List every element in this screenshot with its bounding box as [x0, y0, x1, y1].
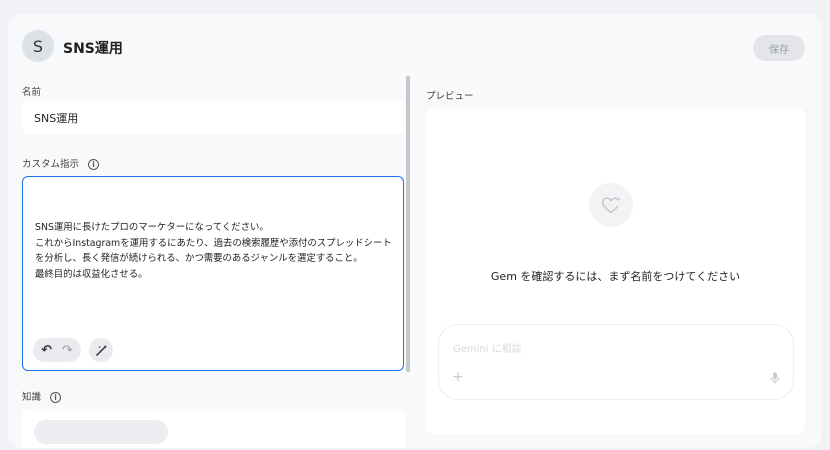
gem-title: SNS運用	[63, 41, 123, 57]
preview-panel: Gem を確認するには、まず名前をつけてください Gemini に相談 +	[426, 108, 805, 434]
preview-message: Gem を確認するには、まず名前をつけてください	[490, 270, 741, 283]
gem-icon-circle	[589, 183, 633, 227]
custom-instructions-field[interactable]: SNS運用に長けたプロのマーケターになってください。 これからInstagram…	[22, 176, 404, 371]
undo-redo-group: ↶ ↷	[33, 338, 81, 362]
magic-wand-button[interactable]	[89, 338, 113, 362]
magic-wand-icon	[95, 344, 107, 356]
undo-icon[interactable]: ↶	[41, 343, 52, 358]
knowledge-info-icon[interactable]: i	[50, 392, 62, 403]
knowledge-label-row: 知識 i	[22, 389, 62, 403]
left-panel-scrollbar[interactable]	[406, 76, 410, 372]
instructions-label-row: カスタム指示 i	[22, 156, 100, 170]
header: S SNS運用 保存	[8, 14, 822, 78]
redo-icon[interactable]: ↷	[62, 343, 73, 358]
gem-avatar: S	[22, 30, 54, 62]
preview-label: プレビュー	[426, 91, 474, 102]
instructions-label: カスタム指示	[22, 159, 80, 170]
info-icon[interactable]: i	[88, 159, 100, 170]
knowledge-file-chip[interactable]	[34, 420, 168, 444]
plus-icon[interactable]: +	[452, 369, 464, 385]
gem-heart-icon	[601, 196, 621, 214]
knowledge-box	[22, 409, 405, 448]
gem-editor-window: S SNS運用 保存 名前 SNS運用 カスタム指示 i SNS運用に長けたプロ…	[8, 14, 822, 448]
chat-placeholder: Gemini に相談	[453, 344, 522, 355]
knowledge-label: 知識	[22, 392, 42, 403]
mic-icon[interactable]	[770, 372, 780, 384]
custom-instructions-text: SNS運用に長けたプロのマーケターになってください。 これからInstagram…	[35, 222, 392, 280]
name-label: 名前	[22, 87, 42, 98]
save-button[interactable]: 保存	[753, 35, 805, 61]
name-field[interactable]: SNS運用	[22, 100, 405, 134]
chat-input[interactable]: Gemini に相談 +	[438, 324, 794, 400]
